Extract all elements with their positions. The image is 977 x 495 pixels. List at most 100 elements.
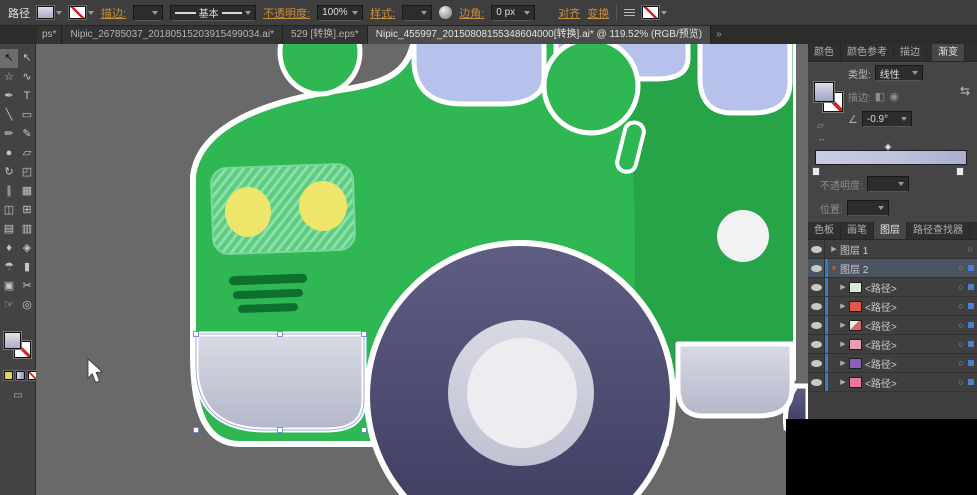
right-mirror-shape[interactable] (544, 44, 638, 133)
eraser-tool[interactable]: ▱ (18, 144, 36, 163)
stroke-color-swatch[interactable] (69, 6, 94, 19)
shape-builder-tool[interactable]: ◫ (0, 201, 18, 220)
visibility-toggle[interactable] (808, 373, 825, 391)
path-row[interactable]: ▶ <路径> ○ (808, 335, 977, 354)
visibility-toggle[interactable] (808, 240, 825, 258)
quick-swatch[interactable] (642, 6, 667, 19)
style-link[interactable]: 样式: (370, 5, 395, 21)
target-circle-icon[interactable]: ○ (954, 339, 968, 349)
zoom-tool[interactable]: ◎ (18, 296, 36, 315)
canvas-area[interactable] (36, 44, 808, 495)
stroke-weight-select[interactable] (133, 5, 163, 21)
aspect-ratio-icon[interactable]: ▱ (817, 120, 824, 131)
expand-triangle-icon[interactable]: ▶ (837, 378, 849, 386)
rectangle-tool[interactable]: ▭ (18, 106, 36, 125)
tab-layers[interactable]: 图层 (874, 222, 907, 239)
visibility-toggle[interactable] (808, 278, 825, 296)
document-tab[interactable]: 529 [转换].eps* (283, 26, 368, 44)
target-circle-icon[interactable]: ○ (954, 263, 968, 273)
paintbrush-tool[interactable]: ✏ (0, 125, 18, 144)
visibility-toggle[interactable] (808, 354, 825, 372)
corner-radius-select[interactable]: 0 px (491, 5, 535, 21)
path-row[interactable]: ▶ <路径> ○ (808, 373, 977, 392)
stop-opacity-select[interactable] (867, 176, 909, 192)
selection-tool[interactable]: ↖ (0, 49, 18, 68)
expand-triangle-icon[interactable]: ▶ (837, 359, 849, 367)
headlight-left[interactable] (225, 187, 271, 237)
path-name[interactable]: <路径> (865, 299, 954, 314)
color-button[interactable] (4, 371, 13, 380)
opacity-link[interactable]: 不透明度: (263, 5, 310, 21)
target-circle-icon[interactable]: ○ (954, 358, 968, 368)
layer-row-selected[interactable]: ▼ 图层 2 ○ (808, 259, 977, 278)
target-circle-icon[interactable]: ○ (954, 377, 968, 387)
expand-triangle-icon[interactable]: ▼ (828, 264, 840, 273)
visibility-toggle[interactable] (808, 297, 825, 315)
corner-link[interactable]: 边角: (459, 5, 484, 21)
tab-overflow-chevron[interactable]: » (711, 26, 727, 44)
align-link[interactable]: 对齐 (558, 5, 580, 21)
target-circle-icon[interactable]: ○ (954, 320, 968, 330)
path-row[interactable]: ▶ <路径> ○ (808, 316, 977, 335)
artboard-canvas[interactable] (36, 44, 808, 495)
tab-brushes[interactable]: 画笔 (841, 222, 874, 239)
right-bumper-shape[interactable] (678, 344, 792, 416)
gradient-stop-left[interactable] (812, 167, 820, 176)
stroke-link[interactable]: 描边: (101, 5, 126, 21)
gradient-button[interactable] (16, 371, 25, 380)
visibility-toggle[interactable] (808, 335, 825, 353)
opacity-select[interactable]: 100% (317, 5, 363, 21)
expand-triangle-icon[interactable]: ▶ (837, 340, 849, 348)
lasso-tool[interactable]: ∿ (18, 68, 36, 87)
front-bumper-shape[interactable] (196, 334, 364, 430)
scale-tool[interactable]: ◰ (18, 163, 36, 182)
blend-tool[interactable]: ◈ (18, 239, 36, 258)
tab-pathfinder[interactable]: 路径查找器 (907, 222, 970, 239)
stop-position-select[interactable] (847, 200, 889, 216)
recolor-artwork-icon[interactable] (439, 6, 452, 19)
tab-gradient[interactable]: 渐变 (932, 44, 965, 61)
mesh-tool[interactable]: ▤ (0, 220, 18, 239)
gradient-slider-bar[interactable] (815, 150, 967, 165)
document-tab[interactable]: Nipic_26785037_20180515203915499034.ai* (62, 26, 283, 44)
reverse-gradient-icon[interactable]: ⇆ (960, 84, 970, 98)
expand-triangle-icon[interactable]: ▶ (837, 283, 849, 291)
door-handle-shape[interactable] (717, 210, 769, 262)
hand-tool[interactable]: ☞ (0, 296, 18, 315)
path-row[interactable]: ▶ <路径> ○ (808, 297, 977, 316)
tab-color-guide[interactable]: 颜色参考 (841, 44, 894, 61)
tab-stroke[interactable]: 描边 (894, 44, 927, 61)
path-name[interactable]: <路径> (865, 318, 954, 333)
gradient-fill-proxy[interactable] (814, 82, 834, 102)
layer-name[interactable]: 图层 1 (840, 242, 963, 257)
gradient-stop-right[interactable] (956, 167, 964, 176)
transform-link[interactable]: 变换 (587, 5, 609, 21)
type-tool[interactable]: T (18, 87, 36, 106)
pen-tool[interactable]: ✒ (0, 87, 18, 106)
path-row[interactable]: ▶ <路径> ○ (808, 354, 977, 373)
fill-proxy[interactable] (4, 332, 21, 349)
front-wheel-center[interactable] (467, 338, 577, 448)
graphic-style-select[interactable] (402, 5, 432, 21)
eyedropper-tool[interactable]: ♦ (0, 239, 18, 258)
expand-triangle-icon[interactable]: ▶ (837, 302, 849, 310)
tab-swatches[interactable]: 色板 (808, 222, 841, 239)
path-row[interactable]: ▶ <路径> ○ (808, 278, 977, 297)
visibility-toggle[interactable] (808, 316, 825, 334)
symbol-sprayer-tool[interactable]: ☂ (0, 258, 18, 277)
pencil-tool[interactable]: ✎ (18, 125, 36, 144)
windshield-window[interactable] (414, 44, 544, 104)
path-name[interactable]: <路径> (865, 375, 954, 390)
perspective-grid-tool[interactable]: ⊞ (18, 201, 36, 220)
visibility-toggle[interactable] (808, 259, 825, 277)
target-circle-icon[interactable]: ○ (954, 301, 968, 311)
expand-triangle-icon[interactable]: ▶ (837, 321, 849, 329)
layer-row[interactable]: ▶ 图层 1 ○ (808, 240, 977, 259)
target-circle-icon[interactable]: ○ (963, 244, 977, 254)
document-tab-active[interactable]: Nipic_455997_20150808155348604000[转换].ai… (368, 26, 711, 44)
panel-menu-icon[interactable] (624, 9, 635, 16)
expand-triangle-icon[interactable]: ▶ (828, 245, 840, 253)
tab-color[interactable]: 颜色 (808, 44, 841, 61)
width-tool[interactable]: ∥ (0, 182, 18, 201)
magic-wand-tool[interactable]: ☆ (0, 68, 18, 87)
